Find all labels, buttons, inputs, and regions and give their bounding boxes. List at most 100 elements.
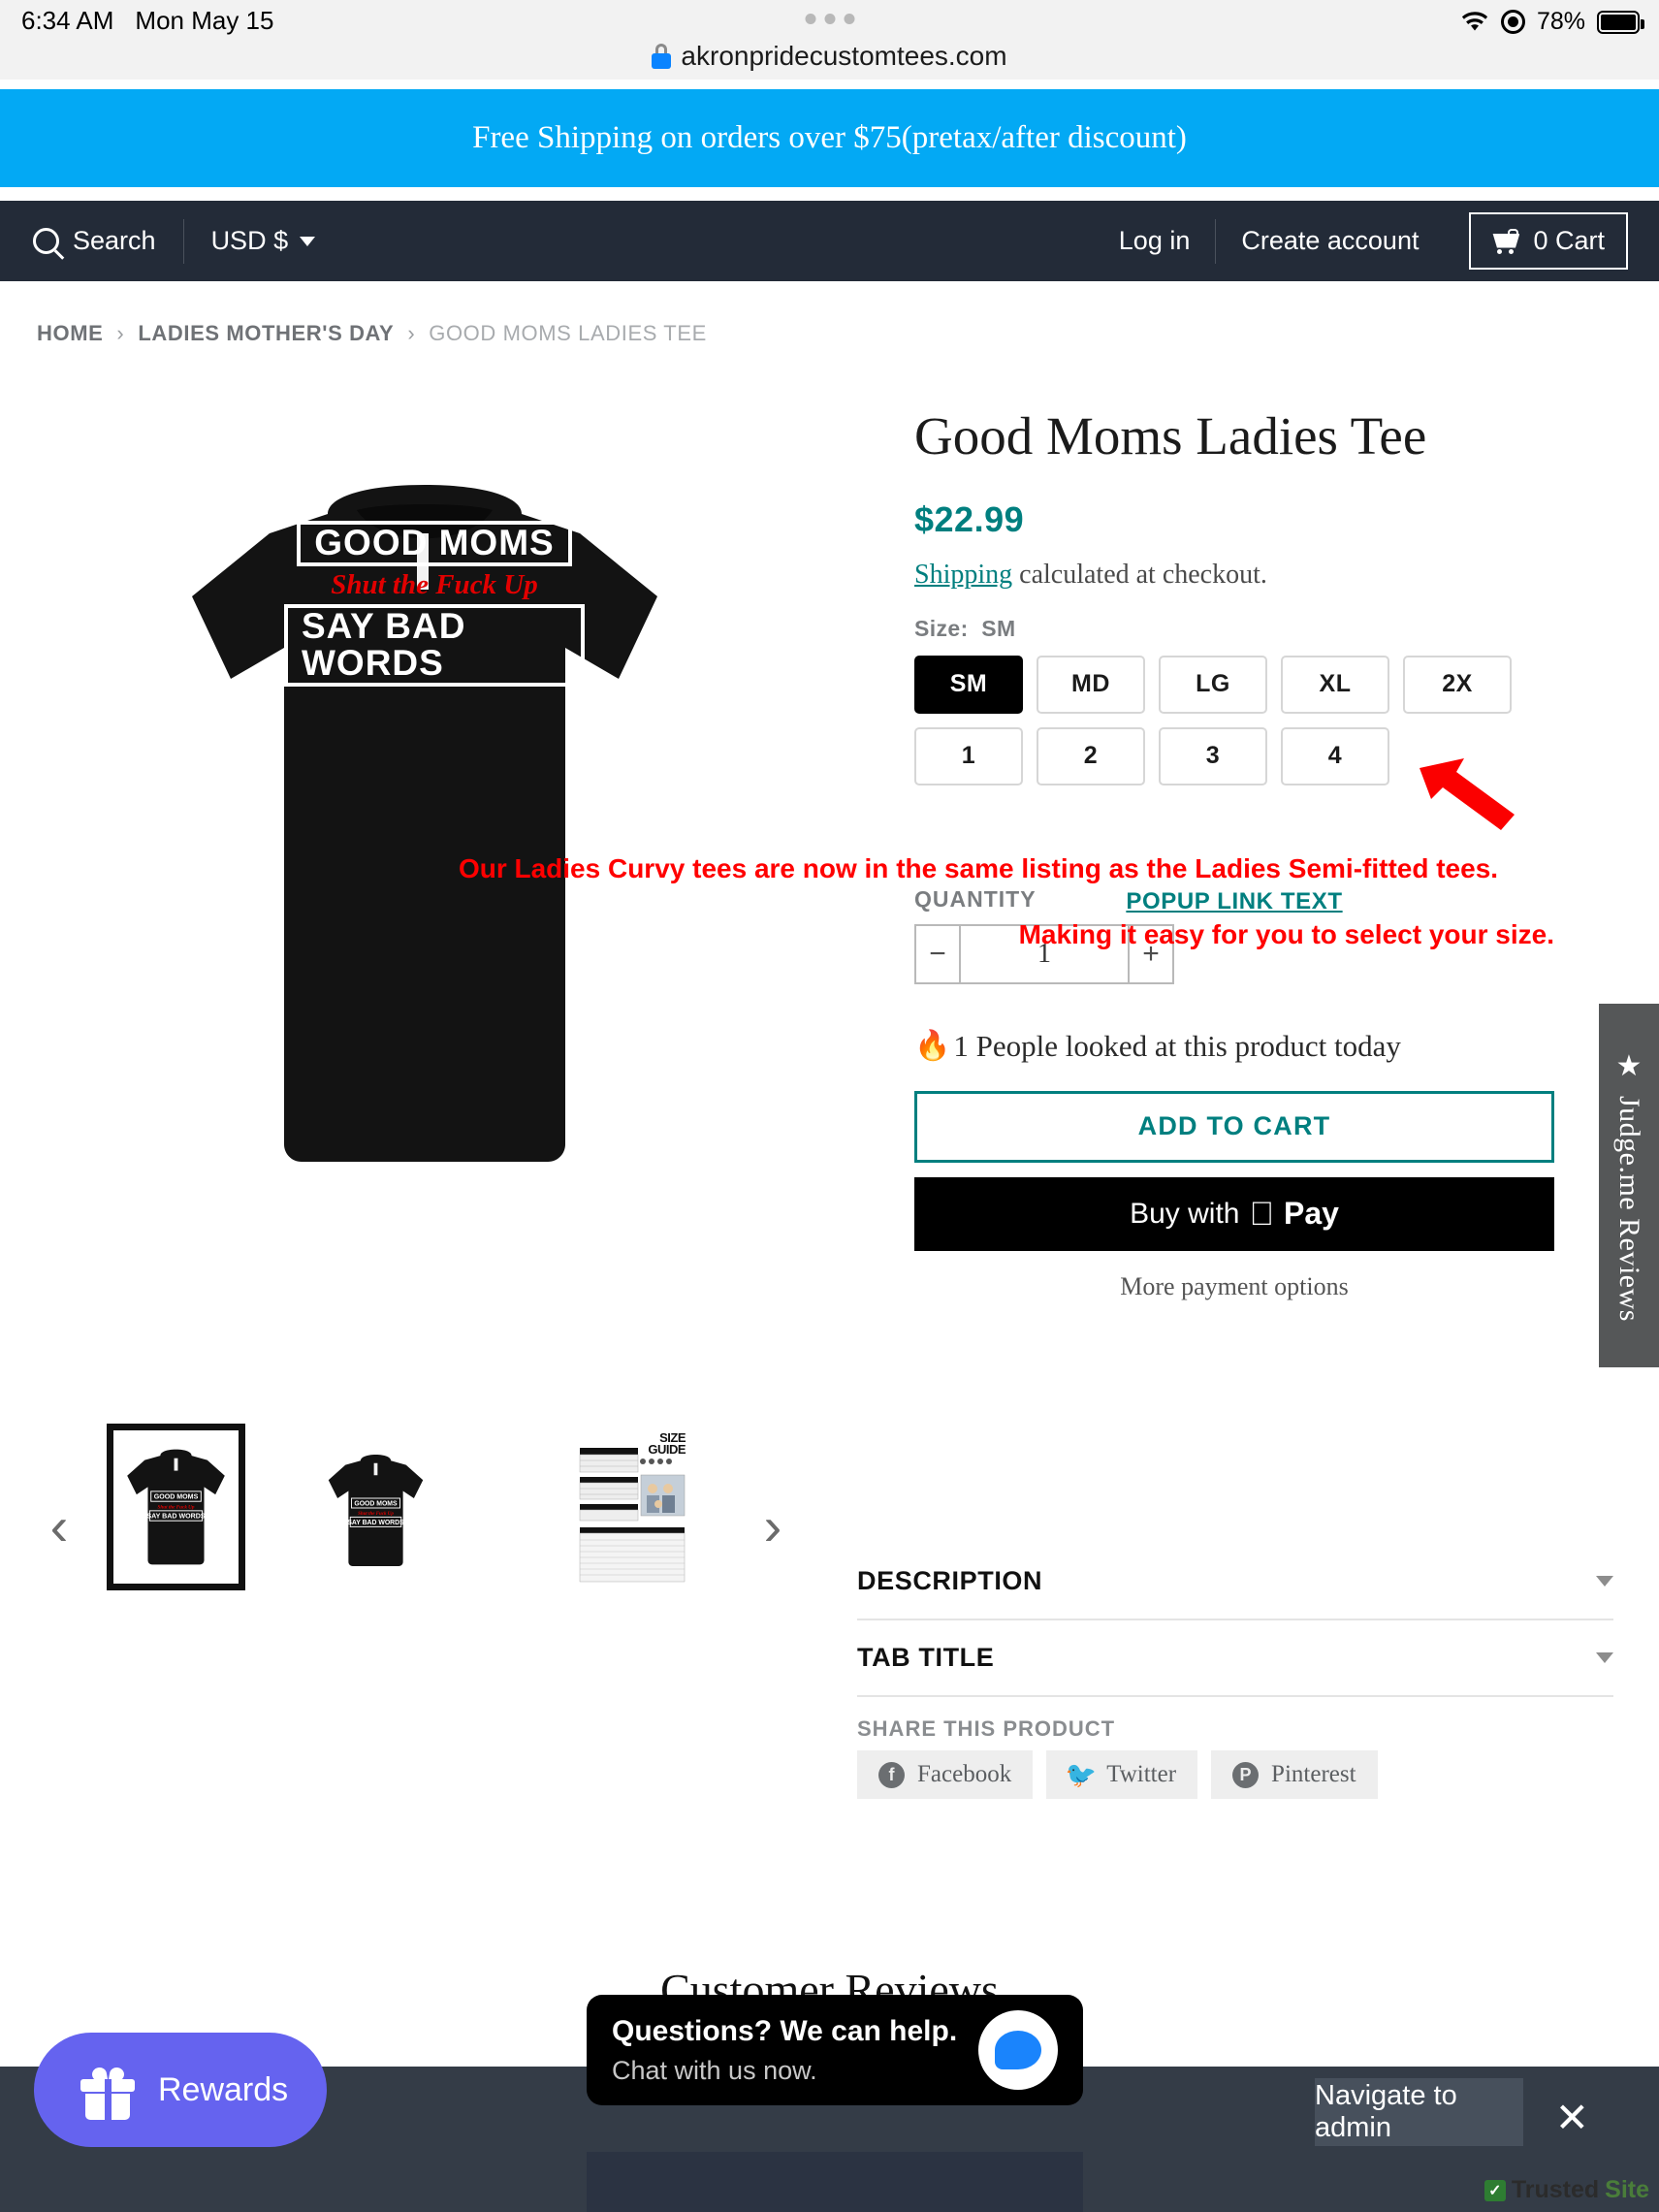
twitter-icon: 🐦 bbox=[1065, 1759, 1097, 1789]
header-right: Log in Create account 0 Cart bbox=[1094, 201, 1659, 281]
share-pinterest-button[interactable]: P Pinterest bbox=[1211, 1750, 1378, 1799]
size-option-2[interactable]: 2 bbox=[1037, 726, 1145, 785]
more-payment-options-link[interactable]: More payment options bbox=[914, 1272, 1554, 1301]
thumbnail-size-guide[interactable]: SIZE GUIDE bbox=[577, 1430, 688, 1586]
create-account-link[interactable]: Create account bbox=[1216, 226, 1444, 256]
product-accordion: DESCRIPTION TAB TITLE bbox=[857, 1544, 1613, 1697]
chevron-right-icon[interactable]: › bbox=[747, 1494, 799, 1557]
svg-text:SAY BAD WORDS: SAY BAD WORDS bbox=[347, 1520, 404, 1526]
size-options-row-1: SM MD LG XL 2X bbox=[914, 655, 1559, 714]
viewers-count: 🔥 1 People looked at this product today bbox=[914, 1029, 1559, 1064]
login-link[interactable]: Log in bbox=[1094, 226, 1216, 256]
trustedsite-check-icon: ✓ bbox=[1484, 2179, 1506, 2201]
size-guide-title: SIZE GUIDE bbox=[648, 1430, 686, 1458]
location-icon bbox=[1500, 10, 1525, 34]
status-right: 78% bbox=[1460, 8, 1644, 36]
search-button[interactable]: Search bbox=[33, 219, 183, 264]
search-icon bbox=[33, 228, 59, 254]
size-option-3[interactable]: 3 bbox=[1159, 726, 1267, 785]
chat-text: Questions? We can help. Chat with us now… bbox=[612, 2015, 957, 2086]
star-icon: ★ bbox=[1612, 1049, 1645, 1084]
tab-overview-dots[interactable] bbox=[805, 14, 854, 24]
curvy-notice-text: Our Ladies Curvy tees are now in the sam… bbox=[458, 853, 1499, 883]
site-header: Search USD $ Log in Create account 0 Car… bbox=[0, 201, 1659, 281]
flame-icon: 🔥 bbox=[914, 1030, 951, 1062]
size-option-1[interactable]: 1 bbox=[914, 726, 1023, 785]
status-left: 6:34 AM Mon May 15 bbox=[21, 6, 273, 36]
cart-label: 0 Cart bbox=[1533, 226, 1605, 255]
share-buttons: f Facebook 🐦 Twitter P Pinterest bbox=[857, 1750, 1378, 1799]
judgeme-reviews-tab[interactable]: ★ Judge.me Reviews bbox=[1599, 1004, 1659, 1367]
share-twitter-label: Twitter bbox=[1106, 1761, 1177, 1787]
close-icon[interactable]: ✕ bbox=[1555, 2098, 1589, 2138]
wifi-icon bbox=[1461, 11, 1488, 30]
status-date: Mon May 15 bbox=[135, 6, 274, 35]
chevron-down-icon-2 bbox=[1596, 1652, 1613, 1663]
svg-text:GOOD MOMS: GOOD MOMS bbox=[154, 1493, 199, 1501]
popup-link-text[interactable]: POPUP LINK TEXT bbox=[914, 888, 1554, 915]
artwork-box: GOOD MOMS bbox=[297, 520, 572, 566]
artwork-line-2: Shut the Fuck Up bbox=[331, 568, 538, 600]
page-title: Good Moms Ladies Tee bbox=[914, 406, 1427, 465]
cart-button[interactable]: 0 Cart bbox=[1469, 212, 1628, 270]
promo-banner: Free Shipping on orders over $75(pretax/… bbox=[0, 89, 1659, 187]
cart-icon bbox=[1492, 228, 1520, 254]
apple-pay-button[interactable]: Buy with Pay bbox=[914, 1176, 1554, 1251]
navigate-to-admin-button[interactable]: Navigate to admin bbox=[1315, 2078, 1523, 2146]
chat-bubble-icon[interactable] bbox=[978, 2010, 1058, 2090]
shipping-link[interactable]: Shipping bbox=[914, 560, 1012, 590]
judgeme-label: Judge.me Reviews bbox=[1613, 1095, 1645, 1322]
shipping-note: Shipping calculated at checkout. bbox=[914, 560, 1559, 591]
chat-widget[interactable]: Questions? We can help. Chat with us now… bbox=[587, 1995, 1083, 2105]
product-gallery: GOOD MOMS Shut the Fuck Up SAY BAD WORDS bbox=[0, 378, 873, 1406]
breadcrumb-item-collection[interactable]: LADIES MOTHER'S DAY bbox=[138, 321, 394, 346]
accordion-description[interactable]: DESCRIPTION bbox=[857, 1544, 1613, 1620]
size-option-md[interactable]: MD bbox=[1037, 655, 1145, 714]
browser-url-bar[interactable]: akronpridecustomtees.com bbox=[0, 33, 1659, 80]
share-pinterest-label: Pinterest bbox=[1271, 1761, 1356, 1787]
breadcrumb-separator: › bbox=[116, 321, 125, 345]
chat-panel-strip bbox=[587, 2152, 1083, 2212]
share-twitter-button[interactable]: 🐦 Twitter bbox=[1046, 1750, 1198, 1799]
apple-logo-icon:  bbox=[1249, 1198, 1274, 1231]
battery-icon bbox=[1597, 10, 1644, 34]
breadcrumb-item-home[interactable]: HOME bbox=[37, 321, 103, 346]
battery-percent: 78% bbox=[1536, 8, 1585, 35]
size-selected-value: SM bbox=[981, 615, 1016, 641]
size-option-sm[interactable]: SM bbox=[914, 655, 1023, 714]
pinterest-icon: P bbox=[1232, 1761, 1260, 1788]
product-price: $22.99 bbox=[914, 498, 1025, 539]
currency-selector[interactable]: USD $ bbox=[184, 226, 316, 256]
chevron-left-icon[interactable]: ‹ bbox=[33, 1494, 85, 1557]
svg-text:GOOD MOMS: GOOD MOMS bbox=[354, 1501, 398, 1508]
thumb-tee-alt-illustration: GOOD MOMS Shut the Fuck Up SAY BAD WORDS bbox=[328, 1455, 424, 1566]
add-to-cart-button[interactable]: ADD TO CART bbox=[914, 1090, 1554, 1163]
breadcrumb-separator-2: › bbox=[407, 321, 416, 345]
chevron-down-icon bbox=[300, 236, 316, 246]
status-time: 6:34 AM bbox=[21, 6, 114, 35]
svg-text:Shut the Fuck Up: Shut the Fuck Up bbox=[358, 1512, 394, 1517]
lock-icon bbox=[652, 44, 672, 69]
size-option-2x[interactable]: 2X bbox=[1403, 655, 1512, 714]
viewers-text: 1 People looked at this product today bbox=[953, 1028, 1401, 1063]
share-facebook-button[interactable]: f Facebook bbox=[857, 1750, 1034, 1799]
trusted-text-1: Trusted bbox=[1511, 2176, 1600, 2203]
product-main-image[interactable]: GOOD MOMS Shut the Fuck Up SAY BAD WORDS bbox=[37, 388, 813, 1261]
size-option-4[interactable]: 4 bbox=[1281, 726, 1389, 785]
trustedsite-badge: ✓ Trusted Site bbox=[1484, 2176, 1649, 2204]
size-option-xl[interactable]: XL bbox=[1281, 655, 1389, 714]
page-root: 6:34 AM Mon May 15 78% akronpridecustomt… bbox=[0, 0, 1659, 2212]
rewards-button[interactable]: Rewards bbox=[34, 2033, 327, 2147]
artwork-box-2: SAY BAD WORDS bbox=[284, 603, 585, 688]
thumbnail-front-tee[interactable]: GOOD MOMS Shut the Fuck Up SAY BAD WORDS bbox=[107, 1424, 245, 1590]
chevron-down-icon bbox=[1596, 1576, 1613, 1587]
accordion-tab-title[interactable]: TAB TITLE bbox=[857, 1620, 1613, 1697]
trusted-text-2: Site bbox=[1605, 2176, 1649, 2203]
thumbnail-tee-alt[interactable]: GOOD MOMS Shut the Fuck Up SAY BAD WORDS bbox=[315, 1435, 436, 1586]
accordion-description-label: DESCRIPTION bbox=[857, 1566, 1043, 1595]
size-option-lg[interactable]: LG bbox=[1159, 655, 1267, 714]
red-arrow-icon bbox=[1420, 758, 1515, 830]
currency-label: USD $ bbox=[210, 226, 289, 255]
search-label: Search bbox=[73, 226, 156, 255]
svg-text:Shut the Fuck Up: Shut the Fuck Up bbox=[158, 1504, 195, 1510]
